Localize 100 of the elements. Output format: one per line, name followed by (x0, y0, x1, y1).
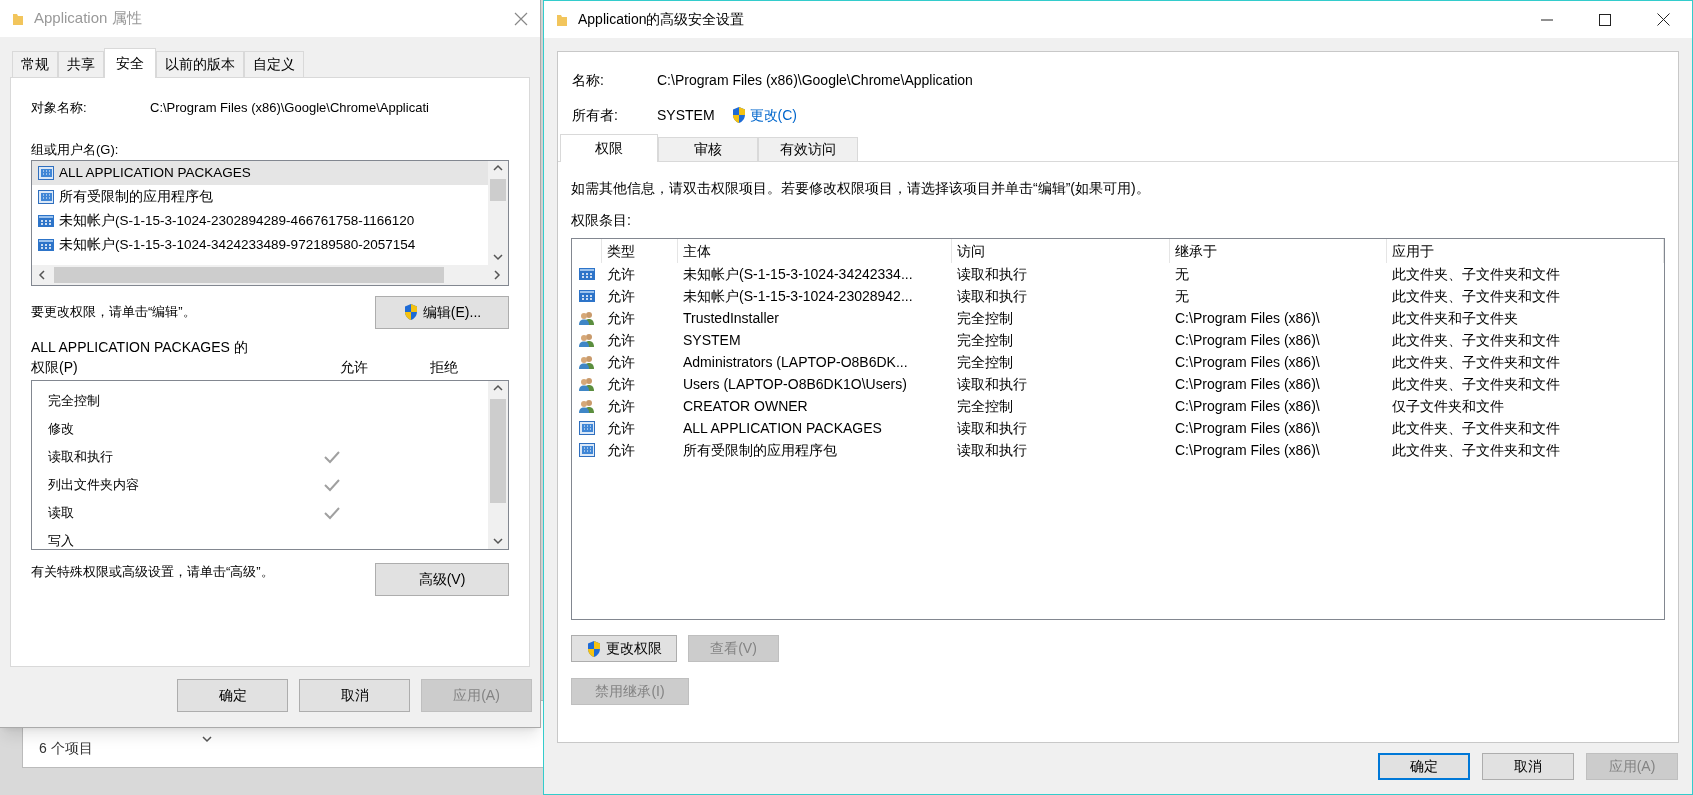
dialog-button[interactable]: 确定 (177, 679, 288, 712)
table-cell-text: C:\Program Files (x86)\ (1174, 374, 1321, 394)
scrollbar-thumb[interactable] (54, 267, 444, 283)
field-label: 权限(P) (31, 357, 79, 377)
column-header[interactable]: 访问 (952, 239, 1170, 263)
tab[interactable]: 审核 (658, 137, 758, 161)
chevron-down-icon (492, 251, 504, 263)
table-cell-text: CREATOR OWNER (682, 396, 809, 416)
list-item[interactable]: 未知帐户(S-1-15-3-1024-3424233489-972189580-2057154 (32, 233, 488, 257)
tab[interactable]: 有效访问 (758, 137, 858, 161)
scrollbar-thumb[interactable] (490, 399, 506, 503)
tab[interactable]: 自定义 (244, 51, 304, 77)
permission-name: 完全控制 (47, 392, 101, 411)
owner-text: SYSTEM (657, 105, 715, 125)
table-cell-text: 所有受限制的应用程序包 (682, 440, 838, 460)
tab[interactable]: 以前的版本 (156, 51, 244, 77)
table-cell-text: 读取和执行 (956, 264, 1028, 284)
users-icon (578, 354, 596, 370)
info-text: 如需其他信息，请双击权限项目。若要修改权限项目，请选择该项目并单击“编辑”(如果可用)。 (570, 179, 1151, 198)
package-icon (578, 442, 596, 458)
field-label: 组或用户名(G): (31, 141, 120, 159)
scrollbar[interactable] (488, 161, 508, 265)
maximize-icon (1599, 13, 1611, 26)
tab[interactable]: 权限 (560, 134, 658, 162)
name-text: C:\Program Files (x86)\Google\Chrome\Application (657, 70, 973, 90)
table-cell-text: 允许 (606, 308, 636, 328)
column-header[interactable]: 类型 (602, 239, 678, 263)
permission-name: 读取和执行 (47, 448, 114, 467)
table-cell-text: 允许 (606, 330, 636, 350)
account-icon (578, 288, 596, 304)
table-cell-text: 允许 (606, 264, 636, 284)
field-label: 权限条目: (570, 211, 632, 230)
chevron-down-icon (201, 733, 213, 745)
table-cell-text: 此文件夹、子文件夹和文件 (1391, 330, 1561, 350)
table-cell-text: 允许 (606, 374, 636, 394)
column-header[interactable]: 应用于 (1387, 239, 1664, 263)
tab[interactable]: 安全 (104, 48, 156, 78)
table-cell-text: C:\Program Files (x86)\ (1174, 330, 1321, 350)
table-cell-text: C:\Program Files (x86)\ (1174, 418, 1321, 438)
table-cell-text: Administrators (LAPTOP-O8B6DK... (682, 352, 909, 372)
table-cell-text: 此文件夹、子文件夹和文件 (1391, 286, 1561, 306)
scrollbar[interactable] (488, 381, 508, 549)
window-title: Application 属性 (34, 8, 142, 29)
chevron-right-icon (491, 269, 503, 281)
table-cell-text: ALL APPLICATION PACKAGES (682, 418, 883, 438)
table-cell-text: 此文件夹、子文件夹和文件 (1391, 264, 1561, 284)
table-cell-text: SYSTEM (682, 330, 742, 350)
list-item[interactable]: ALL APPLICATION PACKAGES (32, 161, 488, 185)
dialog-button[interactable]: 确定 (1378, 753, 1470, 780)
edit-button[interactable]: 编辑(E)... (375, 295, 509, 329)
change-link[interactable]: 更改(C) (749, 104, 797, 126)
tab[interactable]: 常规 (12, 51, 58, 77)
advanced-button[interactable]: 高级(V) (375, 562, 509, 596)
table-cell-text: 完全控制 (956, 352, 1014, 372)
table-cell-text: 读取和执行 (956, 374, 1028, 394)
list-item[interactable]: 未知帐户(S-1-15-3-1024-2302894289-466761758-1166120 (32, 209, 488, 233)
column-header[interactable]: 主体 (678, 239, 952, 263)
table-cell-text: 无 (1174, 286, 1190, 306)
account-icon (578, 266, 596, 282)
shield-icon (402, 303, 419, 321)
table-cell-text: 此文件夹、子文件夹和文件 (1391, 374, 1561, 394)
close-icon (514, 11, 528, 26)
permissions-title: ALL APPLICATION PACKAGES 的 (31, 338, 249, 357)
field-label: 所有者: (572, 105, 619, 125)
change-permissions-button[interactable]: 更改权限 (571, 635, 677, 662)
table-cell-text: 允许 (606, 396, 636, 416)
permission-name: 列出文件夹内容 (47, 476, 140, 495)
table-cell-text: 此文件夹和子文件夹 (1391, 308, 1519, 328)
table-cell-text: C:\Program Files (x86)\ (1174, 396, 1321, 416)
folder-icon (556, 12, 568, 27)
column-header[interactable]: 继承于 (1170, 239, 1387, 263)
account-icon (37, 237, 55, 253)
field-label: 对象名称: (31, 99, 88, 118)
table-cell-text: 读取和执行 (956, 286, 1028, 306)
table-cell-text: 未知帐户(S-1-15-3-1024-23028942... (682, 286, 914, 306)
table-cell-text: C:\Program Files (x86)\ (1174, 352, 1321, 372)
list-item[interactable]: 所有受限制的应用程序包 (32, 185, 488, 209)
group-list[interactable]: ALL APPLICATION PACKAGES 所有受限制的应用程序包 未知帐户(S-1-15-3-1024-2302894289-466761758-1166120 未知帐户(S-1-15-3-1024-3424233489-972189580-2057154 (31, 160, 509, 286)
package-icon (578, 420, 596, 436)
dialog-button[interactable]: 取消 (299, 679, 410, 712)
tab[interactable]: 共享 (58, 51, 104, 77)
scrollbar-thumb[interactable] (490, 179, 506, 201)
table-cell-text: 读取和执行 (956, 418, 1028, 438)
close-icon (1657, 13, 1670, 26)
table-cell-text: 此文件夹、子文件夹和文件 (1391, 440, 1561, 460)
window-title: Application的高级安全设置 (578, 10, 745, 29)
users-icon (578, 310, 596, 326)
package-icon (37, 189, 55, 205)
hint-text: 有关特殊权限或高级设置，请单击“高级”。 (31, 563, 274, 581)
hint-text: 要更改权限，请单击“编辑”。 (31, 303, 196, 322)
shield-icon (730, 106, 747, 124)
table-cell-text: 完全控制 (956, 308, 1014, 328)
scrollbar[interactable] (32, 265, 508, 285)
table-cell-text: 完全控制 (956, 330, 1014, 350)
table-cell-text: Users (LAPTOP-O8B6DK1O\Users) (682, 374, 908, 394)
shield-icon (586, 639, 602, 658)
dialog-button[interactable]: 取消 (1482, 753, 1574, 780)
table-cell-text: TrustedInstaller (682, 308, 780, 328)
package-icon (37, 165, 55, 181)
object-name-text: C:\Program Files (x86)\Google\Chrome\Applicati (150, 99, 429, 118)
